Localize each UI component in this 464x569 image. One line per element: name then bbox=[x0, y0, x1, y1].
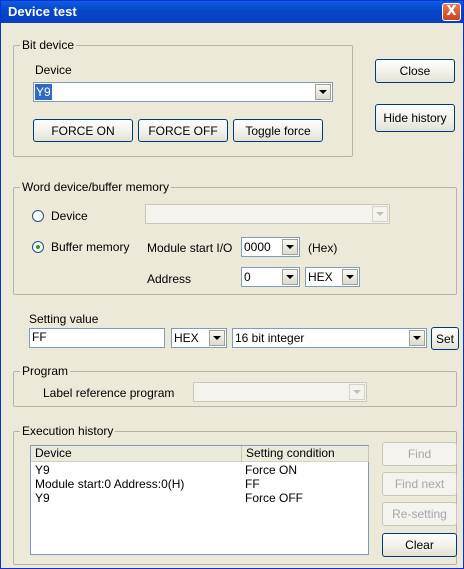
title-bar: Device test X bbox=[1, 1, 463, 23]
module-start-label: Module start I/O bbox=[147, 241, 233, 255]
execution-history-legend: Execution history bbox=[20, 424, 116, 438]
address-label: Address bbox=[147, 272, 192, 286]
chevron-down-icon bbox=[376, 212, 384, 216]
label-reference-dropdown-button[interactable] bbox=[349, 384, 365, 400]
chevron-down-icon bbox=[353, 390, 361, 394]
table-row[interactable]: Module start:0 Address:0(H) FF bbox=[35, 477, 365, 491]
data-type-dropdown-button[interactable] bbox=[409, 330, 425, 346]
bit-device-legend: Bit device bbox=[20, 38, 77, 52]
history-list[interactable]: Device Setting condition Y9 Force ON Mod… bbox=[30, 445, 369, 555]
history-list-header: Device Setting condition bbox=[31, 446, 369, 462]
setting-value-label: Setting value bbox=[29, 312, 99, 326]
bit-device-combo[interactable]: Y9 bbox=[33, 82, 333, 102]
word-device-combo[interactable] bbox=[145, 204, 390, 224]
set-button[interactable]: Set bbox=[431, 327, 459, 350]
hide-history-button[interactable]: Hide history bbox=[375, 104, 455, 132]
word-device-legend: Word device/buffer memory bbox=[20, 180, 171, 194]
close-icon: X bbox=[446, 4, 457, 19]
setting-format-dropdown-button[interactable] bbox=[209, 330, 225, 346]
buffer-memory-radio-label: Buffer memory bbox=[51, 240, 130, 254]
find-button[interactable]: Find bbox=[382, 442, 457, 466]
window-close-button[interactable]: X bbox=[442, 3, 461, 21]
device-radio-label: Device bbox=[51, 209, 88, 223]
address-format-combo[interactable]: HEX bbox=[305, 267, 360, 287]
row-device: Y9 bbox=[35, 491, 50, 505]
resetting-button[interactable]: Re-setting bbox=[382, 502, 457, 526]
chevron-down-icon bbox=[286, 275, 294, 279]
address-format-value: HEX bbox=[308, 270, 333, 284]
setting-value-input[interactable]: FF bbox=[29, 328, 165, 348]
row-condition: FF bbox=[245, 477, 260, 491]
chevron-down-icon bbox=[346, 275, 354, 279]
bit-device-label: Device bbox=[35, 63, 72, 77]
window-title: Device test bbox=[8, 4, 77, 19]
table-row[interactable]: Y9 Force ON bbox=[35, 463, 365, 477]
clear-button[interactable]: Clear bbox=[382, 533, 457, 557]
chevron-down-icon bbox=[319, 90, 327, 94]
force-on-button[interactable]: FORCE ON bbox=[33, 119, 133, 142]
device-test-window: Device test X Bit device Device Y9 FORCE… bbox=[0, 0, 464, 569]
bit-device-value: Y9 bbox=[35, 84, 52, 100]
device-column-header[interactable]: Device bbox=[31, 446, 242, 462]
program-legend: Program bbox=[20, 364, 71, 378]
close-button[interactable]: Close bbox=[375, 59, 455, 83]
row-condition: Force ON bbox=[245, 463, 298, 477]
module-start-value: 0000 bbox=[244, 240, 271, 254]
address-format-dropdown-button[interactable] bbox=[342, 269, 358, 285]
label-reference-combo[interactable] bbox=[193, 382, 367, 402]
setting-format-combo[interactable]: HEX bbox=[171, 328, 227, 348]
word-device-dropdown-button[interactable] bbox=[372, 206, 388, 222]
table-row[interactable]: Y9 Force OFF bbox=[35, 491, 365, 505]
address-dropdown-button[interactable] bbox=[282, 269, 298, 285]
data-type-combo[interactable]: 16 bit integer bbox=[232, 328, 427, 348]
toggle-force-button[interactable]: Toggle force bbox=[233, 119, 323, 142]
label-reference-label: Label reference program bbox=[43, 386, 175, 400]
address-value: 0 bbox=[244, 270, 251, 284]
module-start-combo[interactable]: 0000 bbox=[241, 237, 300, 257]
address-combo[interactable]: 0 bbox=[241, 267, 300, 287]
chevron-down-icon bbox=[213, 336, 221, 340]
force-off-button[interactable]: FORCE OFF bbox=[138, 119, 228, 142]
module-start-dropdown-button[interactable] bbox=[282, 239, 298, 255]
device-radio[interactable] bbox=[32, 210, 44, 222]
chevron-down-icon bbox=[286, 245, 294, 249]
row-condition: Force OFF bbox=[245, 491, 304, 505]
chevron-down-icon bbox=[413, 336, 421, 340]
row-device: Module start:0 Address:0(H) bbox=[35, 477, 185, 491]
hex-unit-label: (Hex) bbox=[308, 241, 338, 255]
buffer-memory-radio[interactable] bbox=[32, 241, 44, 253]
setting-format-value: HEX bbox=[174, 331, 199, 345]
setting-condition-column-header[interactable]: Setting condition bbox=[242, 446, 369, 462]
find-next-button[interactable]: Find next bbox=[382, 472, 457, 496]
bit-device-dropdown-button[interactable] bbox=[315, 84, 331, 100]
data-type-value: 16 bit integer bbox=[235, 331, 305, 345]
row-device: Y9 bbox=[35, 463, 50, 477]
